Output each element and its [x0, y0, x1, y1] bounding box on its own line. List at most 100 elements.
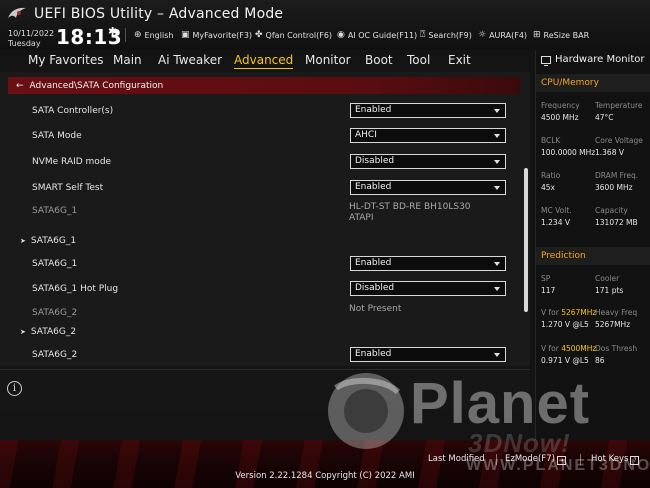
- sp-label: SP: [541, 274, 551, 283]
- sata-mode-select[interactable]: AHCI: [350, 128, 506, 143]
- tab-tool[interactable]: Tool: [407, 53, 430, 67]
- ezmode-button[interactable]: EzMode(F7) ➜: [505, 454, 566, 465]
- tab-main[interactable]: Main: [113, 53, 142, 67]
- language-button[interactable]: ⊕ English: [134, 30, 173, 40]
- setting-label: SATA6G_1: [32, 206, 78, 216]
- core-voltage-value: 1.368 V: [595, 148, 624, 157]
- scrollbar[interactable]: [524, 168, 528, 312]
- hot-keys-label: Hot Keys: [591, 454, 629, 464]
- setting-label: SATA6G_2: [32, 350, 78, 360]
- resize-bar-button[interactable]: ⊞ ReSize BAR: [533, 30, 589, 40]
- fan-icon: ✤: [255, 30, 263, 40]
- dos-thresh-readout: Dos Thresh 86: [595, 344, 637, 365]
- ezmode-label: EzMode(F7): [505, 454, 555, 464]
- dram-freq-readout: DRAM Freq. 3600 MHz: [595, 171, 638, 192]
- v-for-4500-value: 0.971 V @L5: [541, 356, 589, 365]
- hot-keys-button[interactable]: Hot Keys?: [591, 454, 640, 465]
- core-voltage-readout: Core Voltage 1.368 V: [595, 136, 643, 157]
- search-button[interactable]: ⍰ Search(F9): [420, 30, 472, 40]
- submenu-sata6g1[interactable]: ➤ SATA6G_1: [0, 232, 520, 254]
- heavy-freq-label: Heavy Freq: [595, 308, 638, 317]
- chevron-down-icon: [494, 134, 500, 138]
- dropdown-value: Disabled: [355, 156, 395, 166]
- breadcrumb-path: Advanced\SATA Configuration: [29, 80, 164, 91]
- setting-label: SATA Mode: [32, 131, 82, 141]
- gear-icon[interactable]: ✱: [108, 25, 117, 38]
- smart-self-test-select[interactable]: Enabled: [350, 180, 506, 195]
- search-icon: ⍰: [420, 30, 426, 40]
- breadcrumb[interactable]: ← Advanced\SATA Configuration: [8, 77, 520, 94]
- sp-readout: SP 117: [541, 274, 555, 295]
- date-display: 10/11/2022 Tuesday: [8, 29, 54, 49]
- myfavorite-button[interactable]: ▣ MyFavorite(F3): [181, 30, 252, 40]
- dropdown-value: Disabled: [355, 283, 395, 293]
- device-status: Not Present: [349, 304, 402, 314]
- setting-row-sata6g1-info: SATA6G_1 HL-DT-ST BD-RE BH10LS30 ATAPI: [0, 202, 520, 224]
- v-for-4500-readout: V for 4500MHz 0.971 V @L5: [541, 344, 596, 365]
- frequency-label: Frequency: [541, 101, 580, 110]
- help-info-bar: i: [0, 369, 530, 409]
- ai-oc-guide-button[interactable]: ◉ AI OC Guide(F11): [337, 30, 417, 40]
- cooler-value: 171 pts: [595, 286, 624, 295]
- resize-bar-label: ReSize BAR: [543, 30, 590, 40]
- tab-ai-tweaker[interactable]: Ai Tweaker: [158, 53, 222, 67]
- heavy-freq-value: 5267MHz: [595, 320, 631, 329]
- weekday-text: Tuesday: [8, 39, 41, 48]
- tab-monitor[interactable]: Monitor: [305, 53, 351, 67]
- setting-label: SMART Self Test: [32, 183, 104, 193]
- ai-icon: ◉: [337, 30, 345, 40]
- submenu-arrow-icon: ➤: [20, 328, 26, 336]
- sp-value: 117: [541, 286, 556, 295]
- setting-row-sata6g1-enable: SATA6G_1 Enabled: [0, 255, 520, 277]
- capacity-value: 131072 MB: [595, 218, 638, 227]
- settings-panel: ← Advanced\SATA Configuration SATA Contr…: [0, 72, 530, 366]
- submenu-text: SATA6G_2: [30, 327, 77, 337]
- setting-label: SATA6G_2: [32, 308, 78, 318]
- chevron-down-icon: [494, 353, 500, 357]
- temperature-label: Temperature: [595, 101, 643, 110]
- v-for-freq-highlight: 5267MHz: [561, 308, 597, 317]
- bclk-readout: BCLK 100.0000 MHz: [541, 136, 595, 157]
- v-for-5267-readout: V for 5267MHz 1.270 V @L5: [541, 308, 596, 329]
- tab-boot[interactable]: Boot: [365, 53, 393, 67]
- sata6g1-hot-plug-select[interactable]: Disabled: [350, 281, 506, 296]
- qfan-control-button[interactable]: ✤ Qfan Control(F6): [255, 30, 332, 40]
- dram-freq-value: 3600 MHz: [595, 183, 633, 192]
- last-modified-button[interactable]: Last Modified: [428, 454, 485, 464]
- sata6g1-select[interactable]: Enabled: [350, 256, 506, 271]
- resize-bar-icon: ⊞: [533, 30, 541, 40]
- device-info: HL-DT-ST BD-RE BH10LS30 ATAPI: [349, 202, 471, 224]
- sata6g2-select[interactable]: Enabled: [350, 347, 506, 362]
- nvme-raid-mode-select[interactable]: Disabled: [350, 154, 506, 169]
- frequency-readout: Frequency 4500 MHz: [541, 101, 580, 122]
- submenu-text: SATA6G_1: [30, 236, 77, 246]
- main-menu: My Favorites Main Ai Tweaker Advanced Mo…: [0, 50, 535, 72]
- exit-arrow-icon: ➜: [556, 456, 566, 465]
- heavy-freq-readout: Heavy Freq 5267MHz: [595, 308, 637, 329]
- tab-exit[interactable]: Exit: [448, 53, 471, 67]
- submenu-sata6g2[interactable]: ➤ SATA6G_2: [0, 323, 520, 345]
- info-icon: i: [7, 381, 22, 396]
- ratio-value: 45x: [541, 183, 555, 192]
- temperature-readout: Temperature 47°C: [595, 101, 643, 122]
- sata-controllers-select[interactable]: Enabled: [350, 103, 506, 118]
- prediction-section-title: Prediction: [536, 247, 650, 265]
- device-type: ATAPI: [349, 213, 374, 223]
- setting-label: NVMe RAID mode: [32, 157, 112, 167]
- device-name: HL-DT-ST BD-RE BH10LS30: [349, 202, 471, 212]
- rog-logo-icon: [8, 7, 26, 18]
- version-text: Version 2.22.1284 Copyright (C) 2022 AMI: [235, 471, 415, 481]
- footer-bar: Last Modified EzMode(F7) ➜ Hot Keys? Vers…: [0, 440, 650, 488]
- capacity-label: Capacity: [595, 206, 628, 215]
- tab-my-favorites[interactable]: My Favorites: [28, 53, 103, 67]
- chevron-down-icon: [494, 287, 500, 291]
- tab-advanced[interactable]: Advanced: [234, 53, 294, 69]
- bclk-value: 100.0000 MHz: [541, 148, 596, 157]
- v-for-prefix: V for: [541, 344, 562, 353]
- aura-button[interactable]: ☼ AURA(F4): [478, 30, 527, 40]
- device-info: Not Present: [349, 304, 401, 315]
- header-bar: UEFI BIOS Utility – Advanced Mode 10/11/…: [0, 0, 650, 50]
- back-arrow-icon[interactable]: ←: [16, 81, 24, 91]
- bclk-label: BCLK: [541, 136, 561, 145]
- dropdown-value: AHCI: [355, 130, 377, 140]
